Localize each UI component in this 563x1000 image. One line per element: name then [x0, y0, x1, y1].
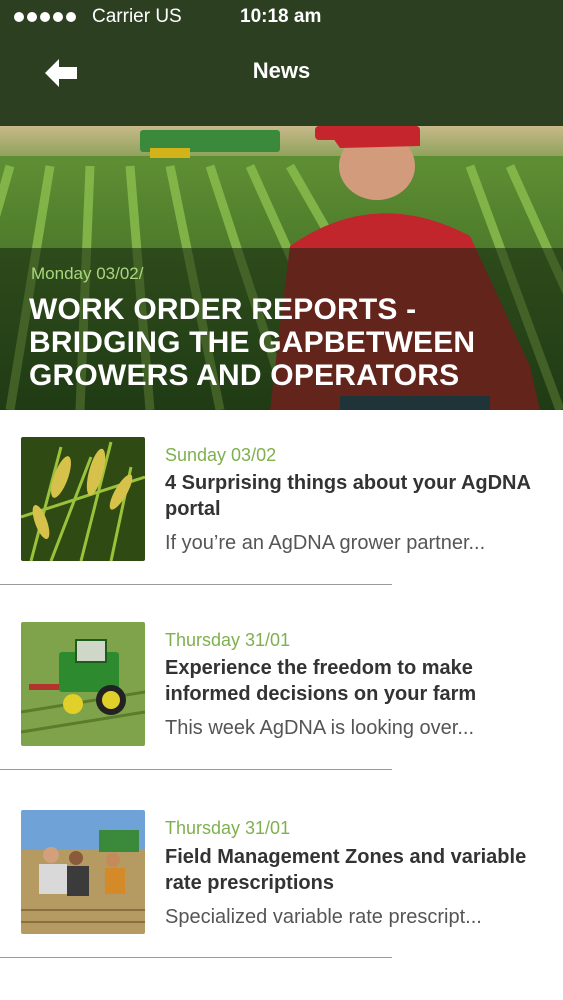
divider: [0, 584, 392, 585]
article-date: Sunday 03/02: [165, 445, 277, 465]
divider: [0, 957, 392, 958]
article-excerpt: This week AgDNA is looking over...: [165, 717, 475, 739]
status-bar: Carrier US 10:18 am: [0, 0, 563, 36]
clock: 10:18 am: [240, 6, 322, 27]
app-header: Carrier US 10:18 am News: [0, 0, 563, 126]
carrier-label: Carrier US: [92, 6, 182, 27]
article-thumbnail: [21, 810, 145, 934]
article-title[interactable]: Experience the freedom to make informed …: [165, 655, 545, 707]
article-title[interactable]: 4 Surprising things about your AgDNA por…: [165, 470, 545, 522]
divider: [0, 769, 392, 770]
article-thumbnail: [21, 622, 145, 746]
featured-article[interactable]: Monday 03/02/ WORK ORDER REPORTS - BRIDG…: [0, 126, 563, 410]
featured-date: Monday 03/02/: [31, 264, 144, 283]
featured-headline[interactable]: WORK ORDER REPORTS - BRIDGING THE GAPBET…: [29, 293, 539, 392]
article-title[interactable]: Field Management Zones and variable rate…: [165, 844, 545, 896]
signal-dots-icon: [14, 12, 76, 22]
list-item[interactable]: Thursday 31/01 Experience the freedom to…: [0, 595, 563, 780]
article-date: Thursday 31/01: [165, 630, 291, 650]
list-item[interactable]: Thursday 31/01 Field Management Zones an…: [0, 784, 563, 969]
article-thumbnail: [21, 437, 145, 561]
article-excerpt: Specialized variable rate prescript...: [165, 906, 482, 928]
article-excerpt: If you’re an AgDNA grower partner...: [165, 532, 486, 554]
article-date: Thursday 31/01: [165, 818, 291, 838]
list-item[interactable]: Sunday 03/02 4 Surprising things about y…: [0, 410, 563, 595]
page-title: News: [252, 58, 311, 83]
